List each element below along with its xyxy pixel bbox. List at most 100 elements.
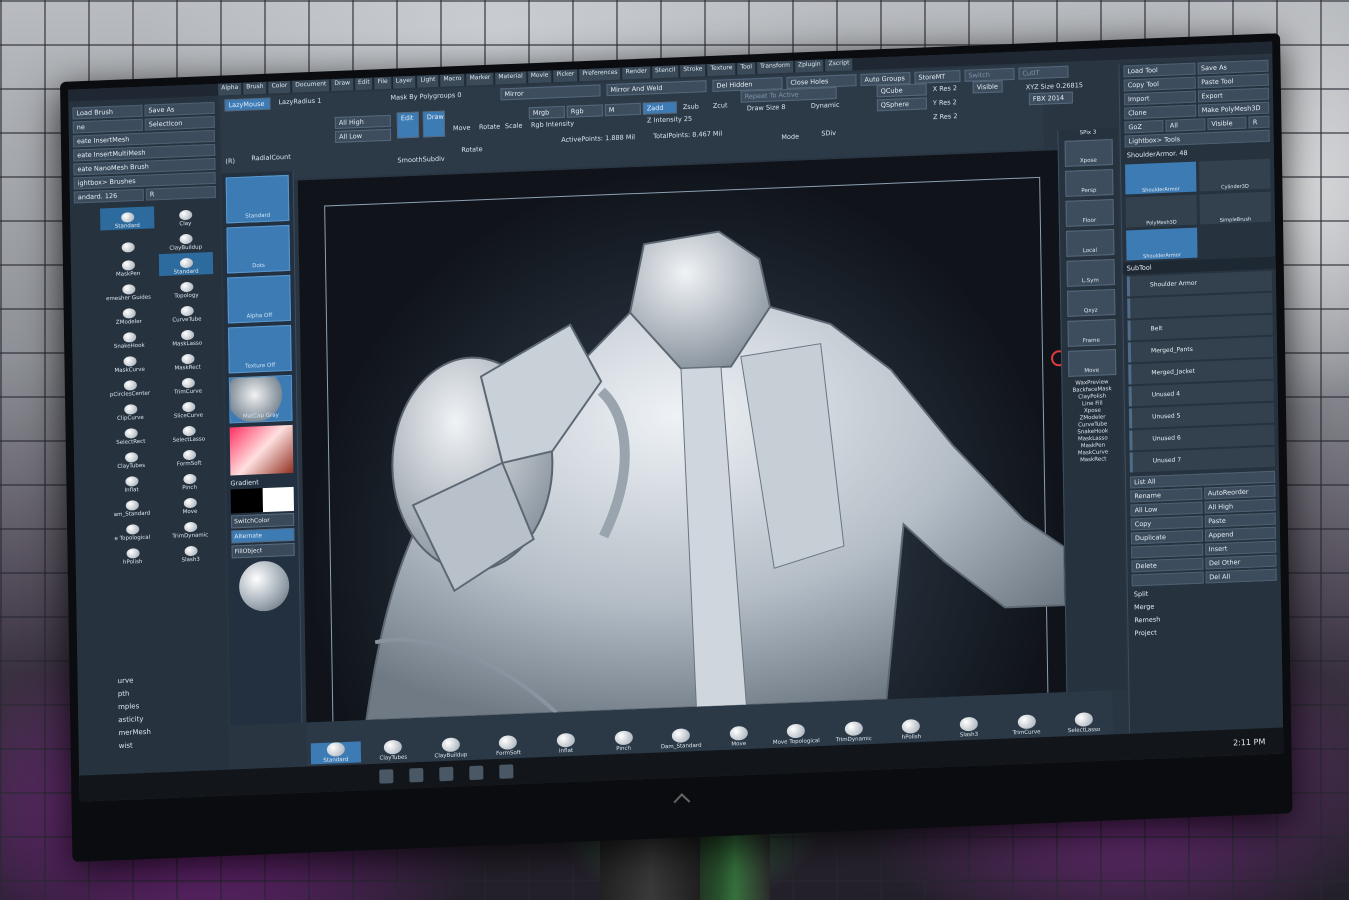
menu-item-marker[interactable]: Marker xyxy=(466,72,494,86)
brush-item[interactable]: Standard xyxy=(100,206,155,231)
taskbar-app-icon[interactable] xyxy=(409,767,424,783)
z-res-slider[interactable]: Z Res 2 xyxy=(933,112,957,121)
bottom-brush-item[interactable]: ClayTubes xyxy=(368,739,418,762)
menu-item-zscript[interactable]: Zscript xyxy=(825,58,853,72)
menu-item-color[interactable]: Color xyxy=(268,80,291,94)
rotate-slider[interactable]: Rotate xyxy=(461,145,482,154)
brush-item[interactable]: Slash3 xyxy=(163,540,217,564)
subtool-op-button[interactable]: Copy xyxy=(1130,515,1203,531)
rotate-button[interactable]: Rotate xyxy=(479,122,500,131)
subtool-op-button[interactable] xyxy=(1131,571,1204,587)
all-button[interactable]: All xyxy=(1165,118,1206,132)
bottom-brush-item[interactable]: TrimDynamic xyxy=(829,721,879,744)
export-button[interactable]: Export xyxy=(1197,87,1270,103)
save-as-button[interactable]: Save As xyxy=(1196,59,1269,75)
all-low-button[interactable]: All Low xyxy=(334,128,392,144)
brush-item[interactable]: emesher Guides xyxy=(101,278,155,302)
x-res-slider[interactable]: X Res 2 xyxy=(933,84,957,93)
brush-item[interactable]: MaskPen xyxy=(101,254,155,278)
brush-item[interactable] xyxy=(100,230,154,254)
zadd-button[interactable]: Zadd xyxy=(642,101,677,115)
import-button[interactable]: Import xyxy=(1123,90,1196,106)
make-polymesh-button[interactable]: Make PolyMesh3D xyxy=(1197,101,1270,117)
subtool-op-button[interactable]: Del Other xyxy=(1204,554,1277,570)
brush-subpalette-item[interactable]: mples xyxy=(118,700,151,714)
brush-item[interactable]: e Topological xyxy=(105,518,159,542)
menu-item-zplugin[interactable]: Zplugin xyxy=(794,59,824,73)
taskbar-app-icon[interactable] xyxy=(469,765,484,781)
menu-item-document[interactable]: Document xyxy=(292,79,330,93)
tool-thumb[interactable]: Cylinder3D xyxy=(1199,158,1271,192)
palette-button[interactable]: Save As xyxy=(144,101,215,117)
brush-item[interactable]: SelectLasso xyxy=(162,420,216,444)
view-tool-button[interactable]: L.Sym xyxy=(1066,258,1115,287)
brush-item[interactable]: ClayTubes xyxy=(104,446,158,470)
shelf-brush-tile[interactable]: Standard xyxy=(225,174,290,224)
tool-thumb[interactable]: ShoulderArmor xyxy=(1126,227,1198,261)
shelf-stroke-tile[interactable]: Dots xyxy=(226,224,291,274)
tool-thumb[interactable]: ShoulderArmor xyxy=(1125,161,1197,195)
switch-button[interactable]: Switch xyxy=(964,67,1015,82)
subtool-item[interactable]: Unused 7 xyxy=(1129,446,1275,473)
shelf-texture-tile[interactable]: Texture Off xyxy=(228,324,292,374)
brush-item[interactable]: TrimCurve xyxy=(161,372,215,396)
rgb-intensity-slider[interactable]: Rgb Intensity xyxy=(531,119,574,129)
visible-button-r[interactable]: Visible xyxy=(1207,116,1247,131)
brush-subpalette-item[interactable]: wist xyxy=(119,739,152,753)
palette-button[interactable]: Load Brush xyxy=(72,104,143,120)
view-tool-button[interactable]: Persp xyxy=(1064,168,1113,197)
zcut-button[interactable]: Zcut xyxy=(713,101,728,110)
subtool-op-button[interactable]: Duplicate xyxy=(1130,529,1203,545)
brush-item[interactable]: hPolish xyxy=(105,542,159,566)
menu-item-file[interactable]: File xyxy=(374,76,391,90)
tool-thumb[interactable]: SimpleBrush xyxy=(1199,191,1272,225)
menu-item-tool[interactable]: Tool xyxy=(737,62,756,75)
draw-size-slider[interactable]: Draw Size 8 xyxy=(747,103,786,113)
smooth-subdiv-slider[interactable]: SmoothSubdiv xyxy=(397,155,444,165)
brush-item[interactable]: SnakeHook xyxy=(102,326,156,350)
shelf-brush-link[interactable]: MaskRect xyxy=(1064,456,1123,464)
subtool-op-button[interactable]: Paste xyxy=(1204,512,1276,528)
brush-item[interactable]: pCirclesCenter xyxy=(103,374,157,398)
canvas-viewport[interactable] xyxy=(297,150,1067,723)
copy-tool-button[interactable]: Copy Tool xyxy=(1123,76,1196,92)
brush-subpalette-item[interactable]: merMesh xyxy=(118,726,151,740)
shelf-alpha-tile[interactable]: Alpha Off xyxy=(227,274,291,324)
menu-item-picker[interactable]: Picker xyxy=(553,69,578,83)
menu-item-light[interactable]: Light xyxy=(417,74,439,88)
palette-button[interactable]: andard. 126 xyxy=(73,188,144,204)
view-tool-button[interactable]: Move xyxy=(1067,348,1116,377)
taskbar-app-icon[interactable] xyxy=(439,766,454,782)
brush-item[interactable]: ClayBuildup xyxy=(158,228,212,252)
zsub-button[interactable]: Zsub xyxy=(683,102,699,111)
bottom-brush-item[interactable]: TrimCurve xyxy=(1001,714,1051,737)
menu-item-preferences[interactable]: Preferences xyxy=(579,67,621,82)
view-tool-button[interactable]: Xpose xyxy=(1064,138,1113,167)
fbx-button[interactable]: FBX 2014 xyxy=(1028,91,1073,106)
subtool-op-button[interactable]: Del All xyxy=(1205,568,1277,584)
subtool-op-button[interactable]: Append xyxy=(1204,526,1277,542)
bottom-brush-item[interactable]: Inflat xyxy=(541,732,591,755)
lazymouse-button[interactable]: LazyMouse xyxy=(224,97,271,112)
brush-item[interactable]: MaskRect xyxy=(160,348,214,372)
brush-item[interactable]: Topology xyxy=(159,276,213,300)
sdiv-slider[interactable]: SDiv xyxy=(821,129,836,138)
view-tool-button[interactable]: Qxyz xyxy=(1066,288,1115,317)
tool-thumb[interactable]: PolyMesh3D xyxy=(1125,194,1198,228)
brush-item[interactable]: ZModeler xyxy=(102,302,156,326)
menu-item-texture[interactable]: Texture xyxy=(707,62,736,77)
r-button[interactable]: R xyxy=(1248,115,1270,129)
view-tool-button[interactable]: Local xyxy=(1065,228,1114,257)
subtool-op-button[interactable]: Delete xyxy=(1131,557,1204,573)
menu-item-alpha[interactable]: Alpha xyxy=(218,82,242,96)
menu-item-layer[interactable]: Layer xyxy=(392,75,416,89)
brush-subpalette-item[interactable]: urve xyxy=(118,674,151,688)
brush-subpalette-item[interactable]: pth xyxy=(118,687,151,701)
goz-button[interactable]: GoZ xyxy=(1124,119,1164,134)
palette-button[interactable]: SelectIcon xyxy=(144,115,215,131)
bottom-brush-item[interactable]: Move xyxy=(713,725,763,748)
view-tool-button[interactable]: Frame xyxy=(1066,318,1116,347)
material-sphere[interactable] xyxy=(238,560,290,613)
qsphere-button[interactable]: QSphere xyxy=(876,97,927,112)
bottom-brush-item[interactable]: ClayBuildup xyxy=(426,737,476,760)
